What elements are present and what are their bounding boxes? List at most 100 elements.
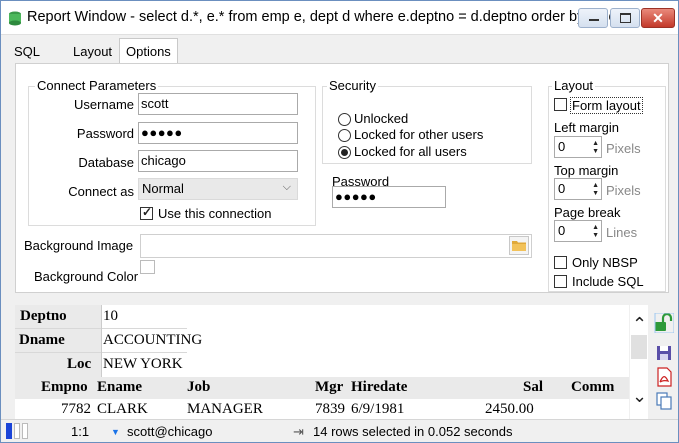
top-margin-label: Top margin — [554, 163, 619, 178]
use-connection-checkbox[interactable]: ✓ — [140, 205, 153, 220]
background-image-field[interactable] — [140, 234, 532, 258]
column-header-mgr[interactable]: Mgr — [315, 379, 343, 396]
radio-locked-all-label: Locked for all users — [354, 144, 467, 159]
browse-button[interactable] — [509, 236, 529, 255]
maximize-button[interactable] — [610, 8, 640, 28]
status-indicator-grey — [22, 423, 28, 439]
tab-bar: SQL Layout Options — [1, 37, 678, 65]
close-button[interactable]: ✕ — [641, 8, 675, 28]
status-indicator-grey — [14, 423, 20, 439]
connection-name[interactable]: scott@chicago — [127, 424, 212, 439]
only-nbsp-label: Only NBSP — [572, 255, 638, 270]
column-header-comm[interactable]: Comm — [571, 379, 614, 396]
include-sql-checkbox[interactable] — [554, 275, 567, 288]
connect-as-label: Connect as — [68, 184, 134, 199]
spin-down-icon[interactable]: ▼ — [592, 148, 599, 155]
form-layout-checkbox[interactable] — [554, 98, 567, 111]
spin-down-icon[interactable]: ▼ — [592, 232, 599, 239]
report-grid: Deptno 10 Dname ACCOUNTING Loc NEW YORK … — [15, 305, 629, 419]
column-header-empno[interactable]: Empno — [41, 379, 88, 396]
title-bar: Report Window - select d.*, e.* from emp… — [1, 1, 678, 35]
status-indicator-blue — [6, 423, 12, 439]
layout-options-title: Layout — [552, 78, 596, 93]
include-sql-label: Include SQL — [572, 274, 644, 289]
connection-dropdown-icon[interactable]: ▼ — [111, 427, 120, 437]
scrollbar-thumb[interactable] — [631, 335, 647, 359]
copy-icon[interactable] — [654, 391, 674, 411]
cursor-position: 1:1 — [71, 424, 90, 439]
unlock-icon[interactable] — [654, 313, 674, 333]
background-color-label: Background Color — [34, 269, 139, 284]
use-connection-label: Use this connection — [158, 206, 272, 221]
username-field[interactable]: scott — [138, 93, 298, 115]
pdf-icon[interactable] — [654, 367, 674, 387]
page-break-value: 0 — [558, 223, 566, 238]
column-header-job[interactable]: Job — [187, 379, 210, 396]
status-message: 14 rows selected in 0.052 seconds — [313, 424, 513, 439]
page-break-spinner[interactable]: 0 ▲ ▼ — [554, 220, 602, 242]
tab-options[interactable]: Options — [119, 38, 178, 65]
top-margin-spinner[interactable]: 0 ▲ ▼ — [554, 178, 602, 200]
column-header-sal[interactable]: Sal — [523, 379, 543, 396]
radio-selected-dot — [341, 149, 348, 156]
app-icon — [9, 11, 21, 26]
scroll-up-icon[interactable]: ⌃ — [632, 315, 647, 333]
column-header-ename[interactable]: Ename — [97, 379, 142, 396]
save-icon[interactable] — [654, 343, 674, 363]
radio-locked-all[interactable] — [338, 146, 351, 159]
close-icon: ✕ — [652, 10, 664, 26]
minimize-icon — [589, 19, 599, 21]
spin-up-icon[interactable]: ▲ — [592, 224, 599, 231]
detail-value-deptno: 10 — [103, 308, 118, 324]
background-image-label: Background Image — [24, 238, 134, 253]
connect-as-value: Normal — [142, 181, 184, 196]
minimize-button[interactable] — [578, 8, 608, 28]
cell-ename: CLARK — [97, 401, 148, 417]
database-field[interactable]: chicago — [138, 150, 298, 172]
connect-as-select[interactable]: Normal ⌵ — [138, 178, 298, 200]
splitter[interactable] — [1, 295, 678, 305]
radio-unlocked-label: Unlocked — [354, 111, 409, 126]
left-margin-label: Left margin — [554, 120, 620, 135]
vertical-scrollbar[interactable]: ⌃ ⌄ — [630, 305, 648, 419]
chevron-down-icon: ⌵ — [282, 181, 291, 193]
cell-empno: 7782 — [61, 401, 91, 417]
scroll-down-icon[interactable]: ⌄ — [632, 387, 647, 405]
maximize-icon — [620, 13, 631, 23]
background-color-swatch[interactable] — [140, 260, 155, 274]
spin-up-icon[interactable]: ▲ — [592, 140, 599, 147]
left-margin-spinner[interactable]: 0 ▲ ▼ — [554, 136, 602, 158]
detail-divider — [101, 305, 102, 377]
column-header-hiredate[interactable]: Hiredate — [351, 379, 407, 396]
left-margin-value: 0 — [558, 139, 566, 154]
spin-down-icon[interactable]: ▼ — [592, 190, 599, 197]
cell-sal: 2450.00 — [485, 401, 534, 417]
top-margin-unit: Pixels — [606, 183, 641, 198]
cell-job: MANAGER — [187, 401, 263, 417]
password-label: Password — [76, 126, 134, 141]
folder-icon — [512, 241, 526, 251]
username-label: Username — [74, 97, 134, 112]
security-title: Security — [327, 78, 378, 93]
cell-hiredate: 6/9/1981 — [351, 401, 405, 417]
detail-label-deptno: Deptno — [20, 308, 67, 324]
page-break-label: Page break — [554, 205, 621, 220]
password-field[interactable]: ●●●●● — [138, 122, 298, 144]
radio-unlocked[interactable] — [338, 113, 351, 126]
checkmark-icon: ✓ — [142, 205, 153, 219]
security-password-field[interactable]: ●●●●● — [332, 186, 446, 208]
radio-locked-others[interactable] — [338, 129, 351, 142]
table-row[interactable]: 7782 CLARK MANAGER 7839 6/9/1981 2450.00 — [15, 399, 629, 419]
report-window: Report Window - select d.*, e.* from emp… — [0, 0, 679, 443]
cell-mgr: 7839 — [315, 401, 345, 417]
tab-sql[interactable]: SQL — [8, 41, 46, 63]
pin-icon: ⇥ — [293, 424, 304, 439]
detail-value-loc: NEW YORK — [103, 356, 183, 372]
spin-up-icon[interactable]: ▲ — [592, 182, 599, 189]
column-header-row: Empno Ename Job Mgr Hiredate Sal Comm — [15, 377, 629, 399]
only-nbsp-checkbox[interactable] — [554, 256, 567, 269]
connect-parameters-title: Connect Parameters — [35, 78, 159, 93]
status-bar: 1:1 ▼ scott@chicago ⇥ 14 rows selected i… — [1, 419, 678, 442]
side-toolbar — [651, 309, 677, 419]
tab-layout[interactable]: Layout — [67, 41, 118, 63]
